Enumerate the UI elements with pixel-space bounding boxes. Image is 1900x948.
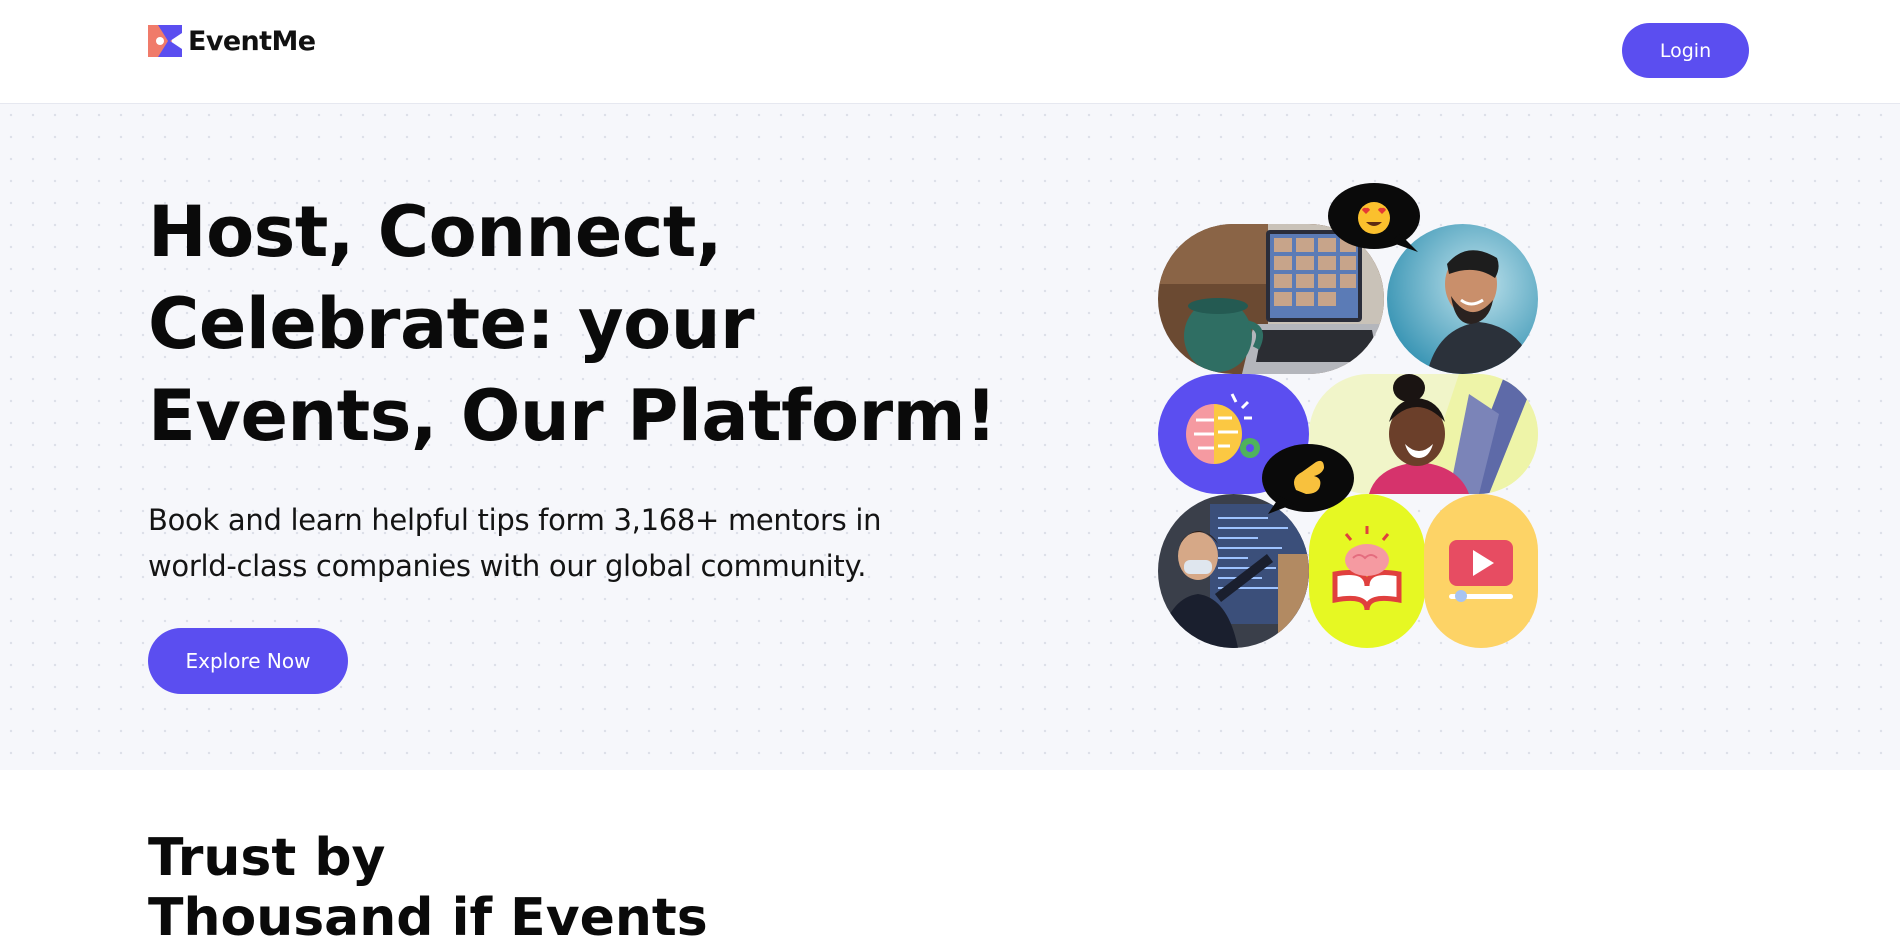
- brand-name: EventMe: [188, 25, 316, 57]
- trust-heading-line: Thousand if Events: [148, 888, 708, 948]
- hero-title-line: Events, Our Platform!: [148, 375, 997, 457]
- hero-section: Host, Connect, Celebrate: your Events, O…: [0, 104, 1900, 770]
- hero-subtitle: Book and learn helpful tips form 3,168+ …: [148, 497, 968, 589]
- heart-eyes-emoji-icon: [1328, 182, 1424, 254]
- eventme-logo-icon: [148, 25, 182, 57]
- pinching-hand-emoji-icon: [1260, 442, 1356, 514]
- hero-collage: [1158, 178, 1538, 648]
- video-play-illustration: [1424, 494, 1538, 648]
- hero-subtitle-line: world-class companies with our global co…: [148, 549, 867, 583]
- hero-title-line: Celebrate: your: [148, 283, 755, 365]
- hero-title: Host, Connect, Celebrate: your Events, O…: [148, 186, 1008, 462]
- trust-heading-line: Trust by: [148, 828, 386, 888]
- presenter-screen-photo: [1158, 494, 1309, 648]
- top-navbar: EventMe Login: [0, 0, 1900, 104]
- explore-now-button[interactable]: Explore Now: [148, 628, 348, 694]
- hero-title-line: Host, Connect,: [148, 191, 722, 273]
- hero-subtitle-line: Book and learn helpful tips form 3,168+ …: [148, 503, 882, 537]
- brain-book-illustration: [1309, 494, 1425, 648]
- trust-heading: Trust by Thousand if Events: [148, 828, 708, 948]
- login-button[interactable]: Login: [1622, 23, 1749, 78]
- brand-logo-link[interactable]: EventMe: [148, 22, 316, 60]
